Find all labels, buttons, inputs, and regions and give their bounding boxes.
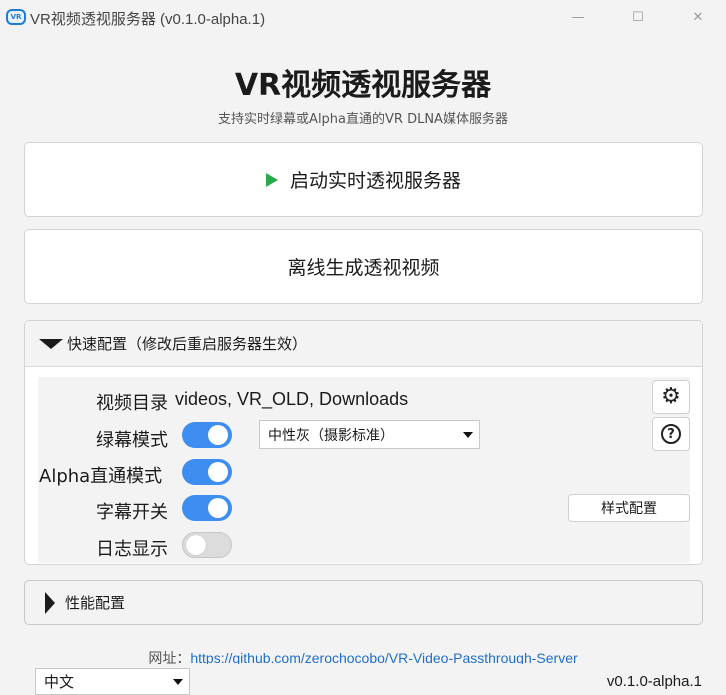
minimize-button[interactable]: — [548,0,608,34]
start-server-label: 启动实时透视服务器 [289,170,461,192]
page-title: VR视频透视服务器 [234,68,492,103]
close-icon: ✕ [692,9,704,25]
video-dir-value: videos, VR_OLD, Downloads [175,389,409,409]
chevron-down-icon [463,431,473,438]
quick-config-panel: 快速配置（修改后重启服务器生效） 视频目录 videos, VR_OLD, Do… [24,320,703,565]
page-subtitle: 支持实时绿幕或Alpha直通的VR DLNA媒体服务器 [218,112,508,127]
github-link[interactable]: https://github.com/zerochocobo/VR-Video-… [190,650,577,664]
gear-icon: ⚙ [661,384,681,409]
style-config-label: 样式配置 [601,501,657,517]
quick-config-body: 视频目录 videos, VR_OLD, Downloads ⚙ 绿幕模式 中性… [38,377,690,563]
quick-config-title: 快速配置（修改后重启服务器生效） [67,335,308,353]
green-mode-toggle[interactable] [182,422,232,448]
help-button[interactable]: ? [652,417,690,451]
minimize-icon: — [571,9,585,25]
version-label: v0.1.0-alpha.1 [606,673,702,690]
language-select[interactable]: 中文 [35,668,190,695]
expand-triangle-icon [45,591,55,614]
toggle-knob [208,425,228,445]
style-config-button[interactable]: 样式配置 [568,494,690,522]
video-dir-label: 视频目录 [96,393,168,414]
toggle-knob [208,462,228,482]
settings-button[interactable]: ⚙ [652,380,690,414]
window-title: VR视频透视服务器 (v0.1.0-alpha.1) [30,11,266,28]
maximize-icon: ☐ [632,9,644,25]
play-icon [265,172,278,187]
close-button[interactable]: ✕ [668,0,726,34]
maximize-button[interactable]: ☐ [608,0,668,34]
green-mode-label: 绿幕模式 [96,430,168,451]
start-server-button[interactable]: 启动实时透视服务器 [24,142,703,217]
green-mode-selected: 中性灰（摄影标准） [268,427,394,444]
offline-generate-button[interactable]: 离线生成透视视频 [24,229,703,304]
alpha-mode-label: Alpha直通模式 [39,466,163,487]
collapse-triangle-icon [39,338,63,349]
title-bar: VR VR视频透视服务器 (v0.1.0-alpha.1) — ☐ ✕ [0,0,726,34]
toggle-knob [208,498,228,518]
app-logo-icon: VR [6,9,26,25]
perf-config-title: 性能配置 [65,594,126,612]
url-line: 网址：https://github.com/zerochocobo/VR-Vid… [0,648,726,664]
url-label: 网址： [148,651,191,664]
toggle-knob [186,535,206,555]
log-display-label: 日志显示 [96,539,168,560]
perf-config-panel[interactable]: 性能配置 [24,580,703,625]
chevron-down-icon [173,678,183,685]
help-icon: ? [661,424,681,444]
green-mode-select[interactable]: 中性灰（摄影标准） [259,420,480,449]
offline-generate-label: 离线生成透视视频 [287,257,440,279]
subtitle-switch-label: 字幕开关 [96,502,168,523]
language-selected: 中文 [44,673,75,691]
quick-config-header[interactable]: 快速配置（修改后重启服务器生效） [25,321,702,367]
log-display-toggle[interactable] [182,532,232,558]
alpha-mode-toggle[interactable] [182,459,232,485]
subtitle-toggle[interactable] [182,495,232,521]
